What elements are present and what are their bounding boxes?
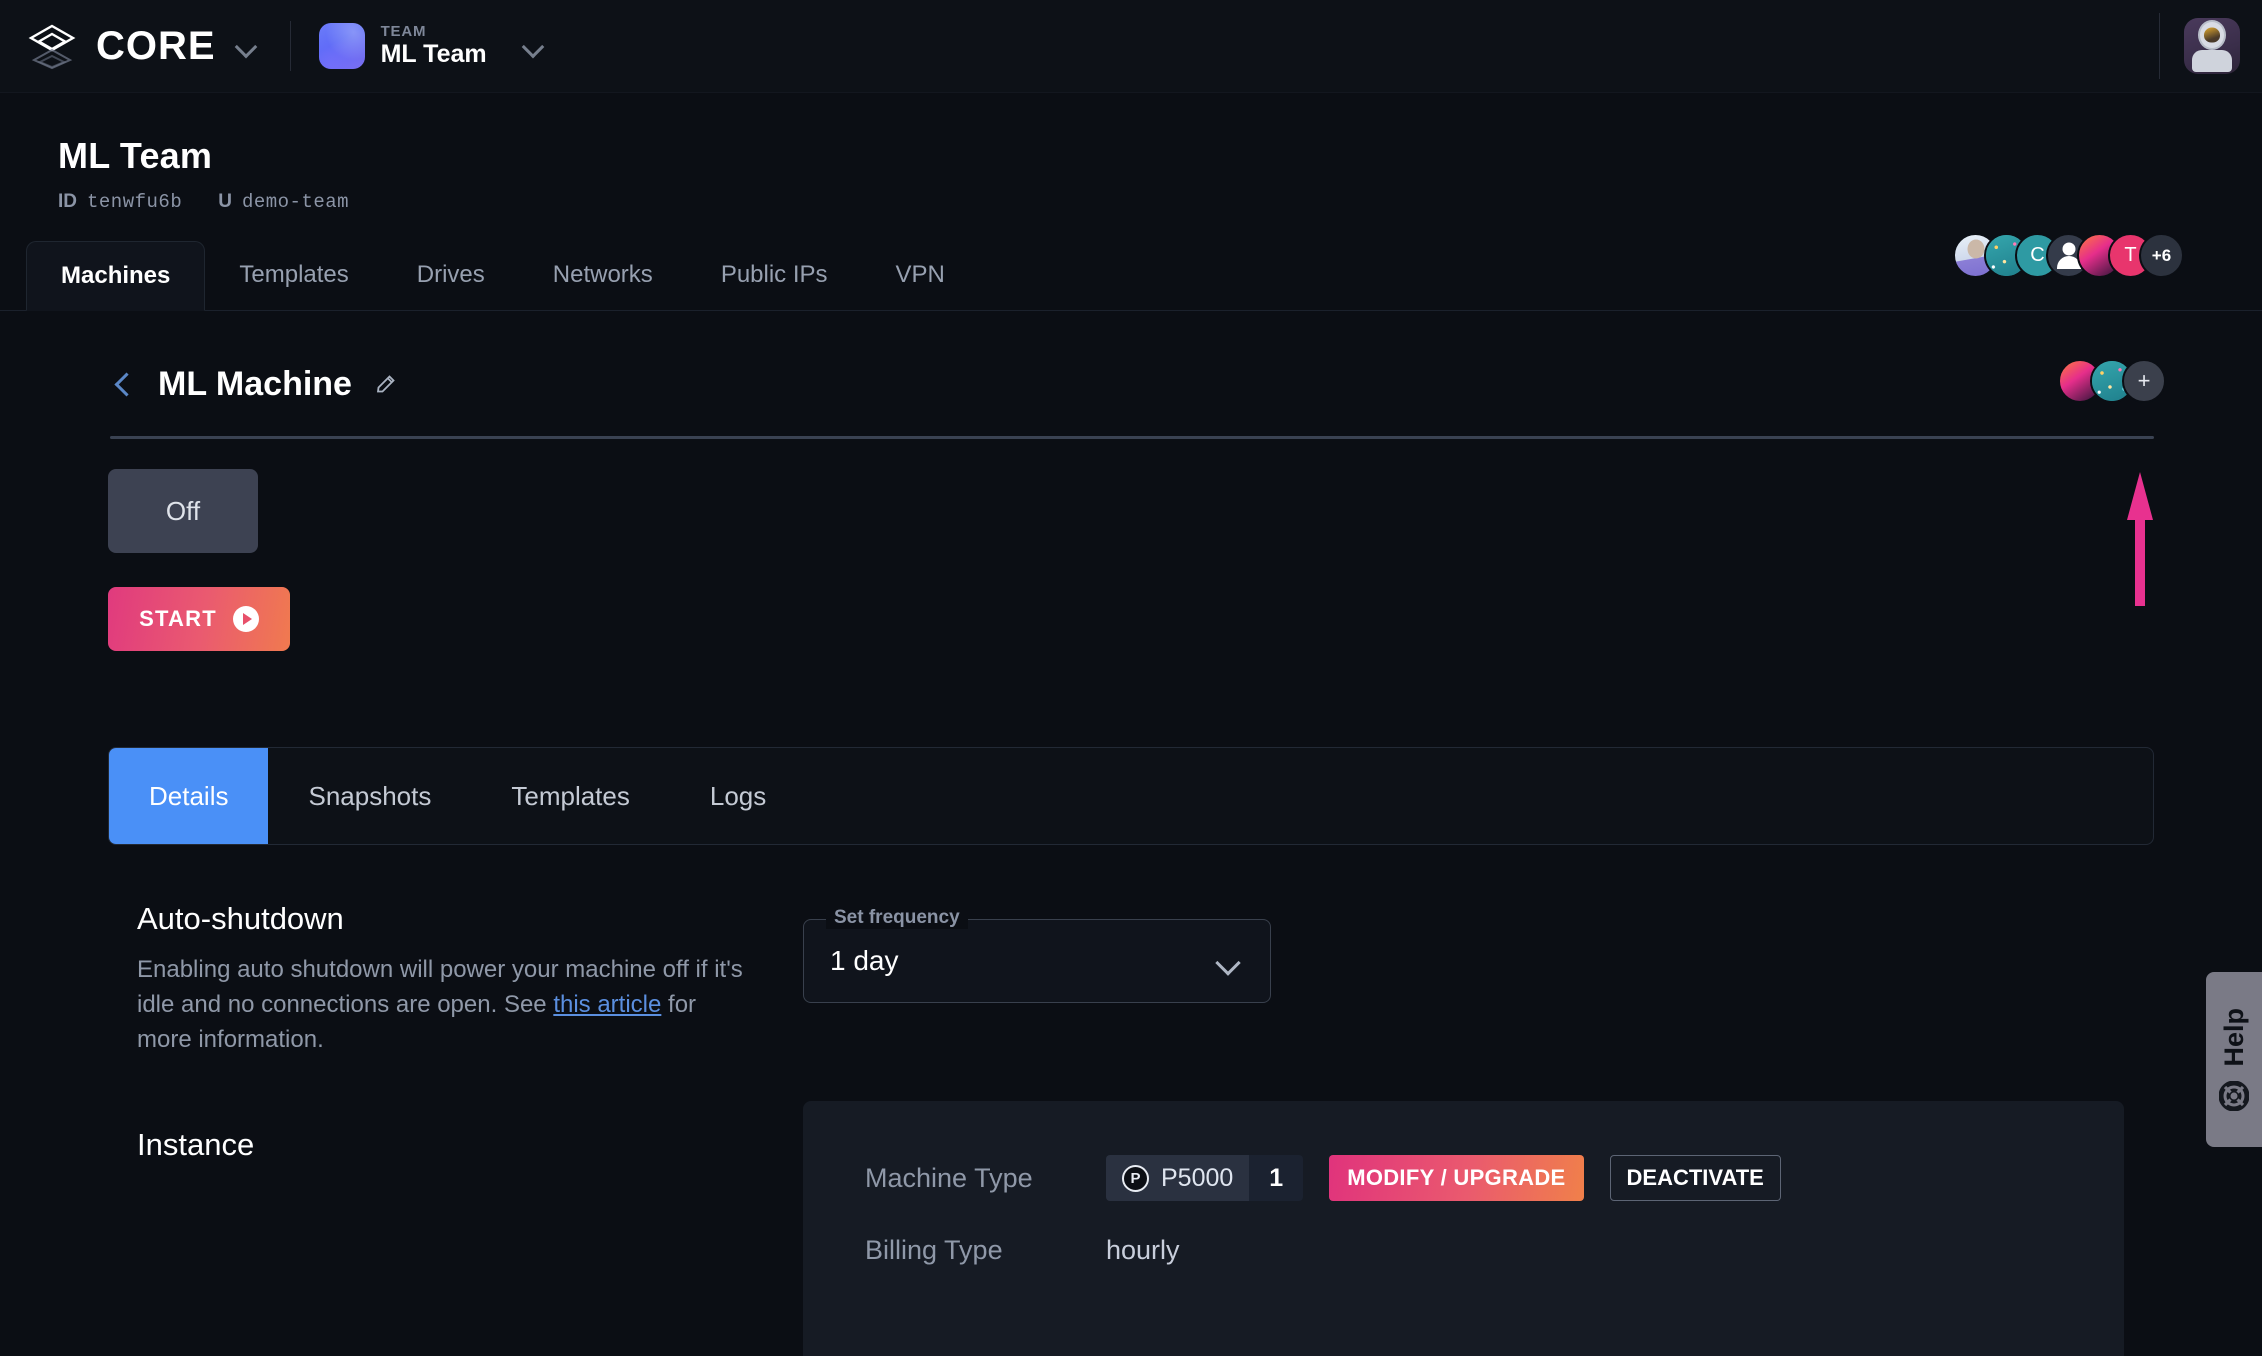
tab-label: VPN (895, 261, 945, 288)
machine-detail-tabs: Details Snapshots Templates Logs (108, 747, 2154, 845)
top-bar: CORE TEAM ML Team (0, 0, 2262, 93)
inner-tab-label: Details (149, 780, 229, 811)
tab-label: Networks (552, 261, 653, 288)
brand-area[interactable]: CORE (0, 20, 260, 72)
gpu-name-cell: P P5000 (1106, 1155, 1250, 1201)
team-id-value: tenwfu6b (87, 191, 183, 213)
team-label: TEAM (380, 23, 427, 40)
team-chevron-down-icon[interactable] (521, 33, 547, 59)
team-id-key: ID (58, 191, 77, 212)
auto-shutdown-section: Auto-shutdown Enabling auto shutdown wil… (137, 901, 747, 1057)
machine-status-area: Off START (0, 469, 2262, 651)
machine-collaborators[interactable]: + (2058, 359, 2166, 403)
instance-panel: Machine Type P P5000 1 MODIFY / UPGRADE … (803, 1101, 2124, 1356)
overflow-label: +6 (2151, 245, 2172, 265)
tab-label: Drives (416, 261, 485, 288)
member-initial: T (2124, 244, 2137, 266)
user-avatar[interactable] (2184, 18, 2240, 74)
set-frequency-value: 1 day (830, 945, 899, 976)
gpu-chip: P P5000 1 (1106, 1155, 1304, 1201)
gpu-name: P5000 (1161, 1163, 1234, 1192)
billing-type-row: Billing Type hourly (803, 1201, 2124, 1266)
main-tabs: Machines Templates Drives Networks Publi… (0, 241, 2262, 311)
annotation-arrow (2120, 470, 2160, 610)
tab-label: Templates (239, 261, 349, 288)
astronaut-body (2192, 50, 2232, 72)
team-handle-key: U (218, 191, 232, 212)
top-divider (289, 21, 291, 71)
tab-logs[interactable]: Logs (670, 748, 806, 844)
team-member-avatars[interactable]: C T +6 (1953, 233, 2184, 278)
auto-shutdown-title: Auto-shutdown (137, 901, 344, 936)
tab-label: Machines (61, 262, 171, 289)
inner-tab-label: Templates (511, 780, 630, 811)
team-handle-value: demo-team (241, 191, 350, 213)
astronaut-visor (2204, 27, 2220, 43)
tab-snapshots[interactable]: Snapshots (268, 748, 471, 844)
member-initial: C (2030, 244, 2045, 266)
lifebuoy-icon (2218, 1080, 2250, 1112)
machine-state-label: Off (165, 495, 201, 526)
help-button[interactable]: Help (2206, 972, 2262, 1147)
tab-machines[interactable]: Machines (26, 241, 206, 311)
help-label: Help (2218, 1008, 2249, 1067)
brand-name: CORE (96, 23, 216, 68)
instance-title: Instance (137, 1127, 255, 1162)
tab-public-ips[interactable]: Public IPs (687, 240, 862, 310)
this-article-link[interactable]: this article (553, 991, 661, 1018)
paperspace-p-badge-icon: P (1122, 1164, 1149, 1192)
start-button[interactable]: START (108, 587, 290, 651)
edit-pencil-icon[interactable] (374, 373, 398, 397)
top-bar-separator (2159, 13, 2160, 79)
tab-label: Public IPs (720, 261, 828, 288)
back-chevron-left-icon[interactable] (110, 372, 136, 398)
chevron-down-icon[interactable] (1216, 950, 1242, 976)
auto-shutdown-description: Enabling auto shutdown will power your m… (137, 953, 747, 1057)
play-circle-icon (232, 606, 259, 632)
member-overflow-count[interactable]: +6 (2139, 233, 2184, 278)
page-header: ML Team ID tenwfu6b U demo-team C T +6 (0, 93, 2262, 278)
tab-networks[interactable]: Networks (519, 240, 687, 310)
deactivate-button[interactable]: DEACTIVATE (1609, 1155, 1781, 1201)
machine-type-label: Machine Type (865, 1162, 1033, 1193)
page-subtitle: ID tenwfu6b U demo-team (58, 191, 2262, 213)
machine-name: ML Machine (158, 365, 352, 403)
top-bar-right (2159, 0, 2262, 92)
page-title: ML Team (58, 135, 213, 176)
start-button-label: START (139, 606, 217, 631)
machine-header: ML Machine + (0, 311, 2262, 404)
header-divider (110, 436, 2154, 439)
set-frequency-label: Set frequency (826, 907, 968, 929)
billing-type-value: hourly (1106, 1235, 1180, 1265)
tab-templates[interactable]: Templates (205, 240, 382, 310)
team-name: ML Team (380, 40, 487, 69)
machine-state-box: Off (108, 469, 258, 553)
set-frequency-select[interactable]: Set frequency 1 day (803, 907, 1271, 1003)
billing-type-label: Billing Type (865, 1235, 1003, 1265)
machine-type-row: Machine Type P P5000 1 MODIFY / UPGRADE … (803, 1101, 2124, 1201)
inner-tab-label: Snapshots (308, 780, 432, 811)
brand-chevron-down-icon[interactable] (234, 33, 260, 59)
tab-drives[interactable]: Drives (383, 240, 519, 310)
team-switcher[interactable]: TEAM ML Team (318, 23, 547, 69)
tab-vpn[interactable]: VPN (862, 240, 979, 310)
tab-machine-templates[interactable]: Templates (471, 748, 670, 844)
core-logo-icon (26, 20, 78, 72)
inner-tab-label: Logs (709, 780, 767, 811)
team-avatar (318, 23, 365, 69)
modify-upgrade-button[interactable]: MODIFY / UPGRADE (1329, 1155, 1584, 1201)
gpu-count: 1 (1249, 1155, 1304, 1201)
tab-details[interactable]: Details (109, 748, 269, 844)
plus-icon: + (2137, 368, 2151, 393)
add-collaborator-button[interactable]: + (2122, 359, 2166, 403)
